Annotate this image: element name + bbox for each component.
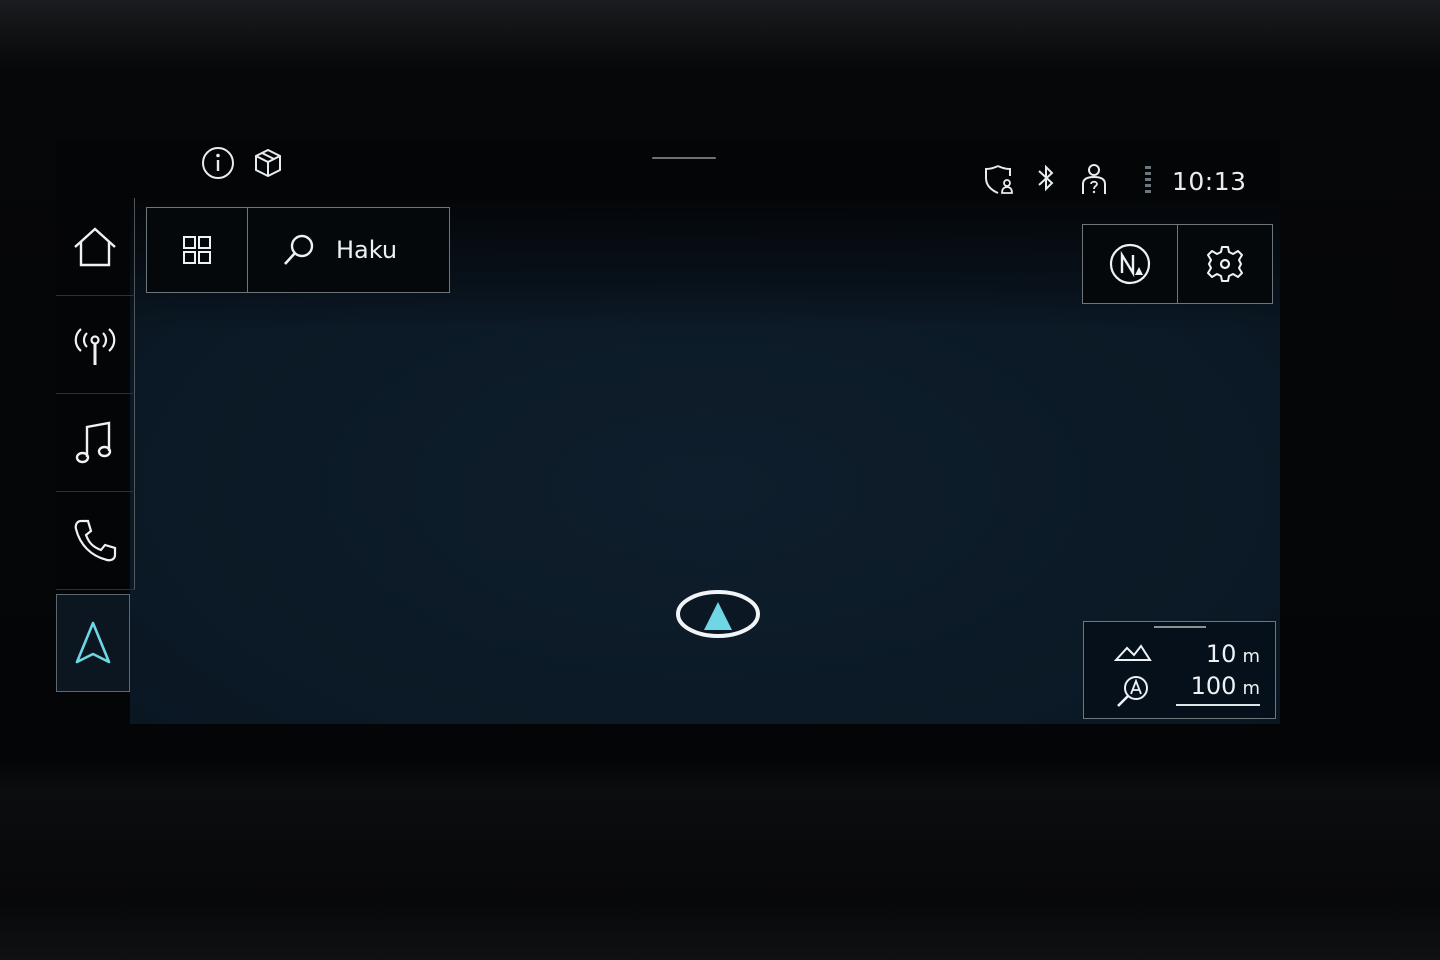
signal-icon bbox=[1142, 164, 1154, 200]
altitude-readout: 10 m bbox=[1174, 639, 1260, 672]
sidebar-item-phone[interactable] bbox=[56, 492, 135, 590]
package-icon[interactable] bbox=[251, 146, 285, 184]
map-toolbar: Haku bbox=[146, 207, 450, 293]
zoom-unit: m bbox=[1242, 678, 1260, 699]
sidebar-item-home[interactable] bbox=[56, 198, 135, 296]
map-settings-button[interactable] bbox=[1178, 225, 1272, 303]
info-icon[interactable] bbox=[200, 145, 236, 185]
sidebar-item-radio[interactable] bbox=[56, 296, 135, 394]
compass-button[interactable] bbox=[1083, 225, 1178, 303]
sidebar-item-navigation[interactable] bbox=[56, 594, 130, 692]
grid-icon bbox=[183, 236, 211, 264]
apps-button[interactable] bbox=[147, 208, 248, 292]
user-profile-icon bbox=[1078, 162, 1110, 200]
phone-icon bbox=[74, 519, 117, 561]
auto-zoom-icon bbox=[1117, 676, 1148, 707]
vehicle-position-marker bbox=[674, 588, 762, 640]
bluetooth-icon bbox=[1033, 162, 1059, 198]
privacy-shield-icon bbox=[982, 162, 1018, 202]
top-drag-handle[interactable] bbox=[652, 157, 716, 159]
mountain-altitude-icon bbox=[1114, 644, 1152, 661]
scale-bar bbox=[1176, 704, 1260, 706]
sidebar-item-music[interactable] bbox=[56, 394, 135, 492]
navigation-icon bbox=[75, 621, 111, 664]
altitude-unit: m bbox=[1242, 646, 1260, 667]
scale-panel-handle[interactable] bbox=[1154, 626, 1206, 628]
zoom-value: 100 bbox=[1190, 672, 1237, 700]
north-compass-icon bbox=[1109, 243, 1151, 285]
radio-icon bbox=[74, 327, 116, 365]
sidebar bbox=[56, 198, 138, 694]
search-icon bbox=[284, 234, 314, 265]
home-icon bbox=[74, 226, 116, 266]
zoom-readout: 100 m bbox=[1174, 671, 1260, 704]
music-icon bbox=[75, 421, 112, 463]
altitude-value: 10 bbox=[1205, 640, 1237, 668]
map-controls bbox=[1082, 224, 1273, 304]
clock: 10:13 bbox=[1172, 167, 1247, 196]
search-button[interactable]: Haku bbox=[248, 208, 449, 292]
map-scale-panel[interactable]: 10 m 100 m bbox=[1083, 621, 1276, 719]
gear-icon bbox=[1207, 246, 1243, 282]
search-label: Haku bbox=[336, 236, 398, 264]
